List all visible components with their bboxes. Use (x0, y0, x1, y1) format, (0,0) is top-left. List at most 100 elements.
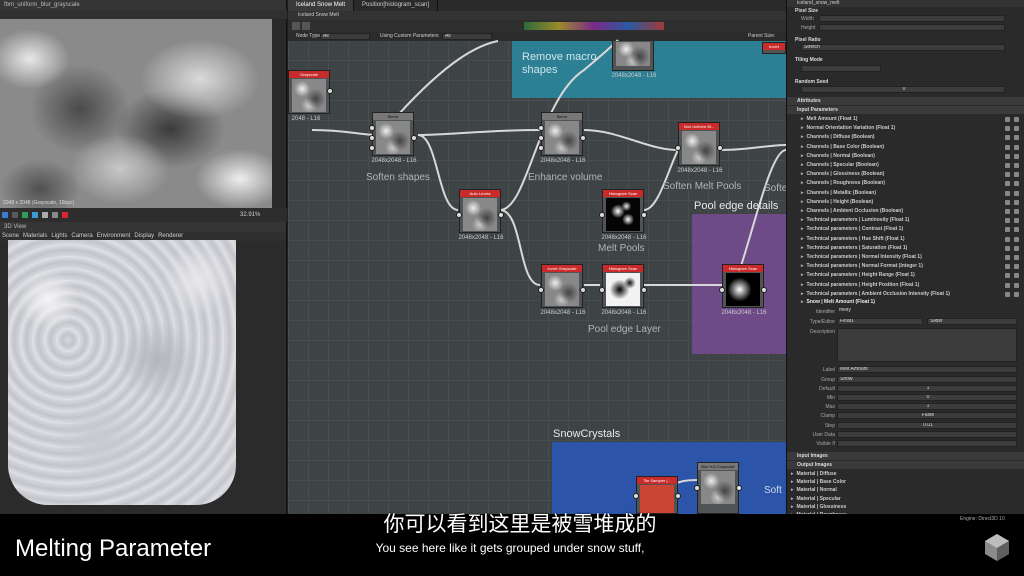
output-pin[interactable] (580, 135, 586, 141)
output-row[interactable]: Material | Specular (791, 495, 981, 503)
parameter-delete-icon[interactable] (1014, 236, 1019, 242)
output-row[interactable]: Material | Glossiness (791, 503, 981, 511)
menu-lights[interactable]: Lights (51, 233, 67, 239)
output-row[interactable]: Material | Normal (791, 486, 981, 494)
input-pin[interactable] (538, 287, 544, 293)
parameter-row[interactable]: Technical parameters | Height Position (… (801, 281, 991, 289)
output-pin[interactable] (736, 485, 742, 491)
identifier-field[interactable]: melty (837, 308, 1017, 315)
menu-display[interactable]: Display (134, 233, 154, 239)
output-pin[interactable] (641, 287, 647, 293)
node-blur-hq-grayscale[interactable]: Blur HQ Grayscale (694, 462, 742, 514)
node-histogram-scan-2[interactable]: Histogram Scan 2048x2048 - L16 (599, 264, 647, 316)
parameter-row[interactable]: Channels | Base Color (Boolean) (801, 143, 991, 151)
input-pin[interactable] (675, 145, 681, 151)
parameter-delete-icon[interactable] (1014, 245, 1019, 251)
channel-icon[interactable] (12, 212, 18, 218)
input-pin[interactable] (599, 212, 605, 218)
parameter-row[interactable]: Channels | Diffuse (Boolean) (801, 133, 991, 141)
node-blend-1[interactable]: Blend 2048x2048 - L16 (369, 112, 417, 164)
tiling-mode-select[interactable] (801, 65, 881, 72)
parameter-action-icon[interactable] (1005, 236, 1010, 242)
parameter-delete-icon[interactable] (1014, 273, 1019, 279)
visible-if-field[interactable] (837, 440, 1017, 447)
input-pin[interactable] (369, 125, 375, 131)
parameter-row[interactable]: Technical parameters | Hue Shift (Float … (801, 235, 991, 243)
menu-renderer[interactable]: Renderer (158, 233, 183, 239)
parameter-delete-icon[interactable] (1014, 227, 1019, 233)
parameter-delete-icon[interactable] (1014, 135, 1019, 141)
output-pin[interactable] (498, 212, 504, 218)
parameter-action-icon[interactable] (1005, 135, 1010, 141)
node-histogram-scan-1[interactable]: Histogram Scan 2048x2048 - L16 (599, 189, 647, 241)
channel-icon[interactable] (42, 212, 48, 218)
parameter-delete-icon[interactable] (1014, 255, 1019, 260)
channel-icon[interactable] (22, 212, 28, 218)
parameter-action-icon[interactable] (1005, 199, 1010, 205)
section-attributes[interactable]: Attributes (787, 97, 1024, 105)
2d-preview-image[interactable]: 2048 x 2048 (Grayscale, 16bpc) (0, 19, 272, 208)
parameter-row[interactable]: Channels | Height (Boolean) (801, 198, 991, 206)
input-pin[interactable] (538, 135, 544, 141)
menu-materials[interactable]: Materials (23, 233, 47, 239)
parameter-delete-icon[interactable] (1014, 126, 1019, 132)
parameter-action-icon[interactable] (1005, 190, 1010, 196)
input-pin[interactable] (369, 145, 375, 151)
parameter-action-icon[interactable] (1005, 227, 1010, 233)
node-remove-macro[interactable]: 2048x2048 - L16 (611, 41, 657, 79)
parameter-delete-icon[interactable] (1014, 291, 1019, 297)
user-data-field[interactable] (837, 431, 1017, 438)
parameter-delete-icon[interactable] (1014, 190, 1019, 196)
parameter-delete-icon[interactable] (1014, 144, 1019, 150)
parameter-row[interactable]: Channels | Specular (Boolean) (801, 161, 991, 169)
parameter-action-icon[interactable] (1005, 291, 1010, 297)
parameter-delete-icon[interactable] (1014, 181, 1019, 187)
output-pin[interactable] (580, 287, 586, 293)
menu-scene[interactable]: Scene (2, 233, 19, 239)
parameter-delete-icon[interactable] (1014, 163, 1019, 168)
parameter-action-icon[interactable] (1005, 117, 1010, 122)
parameter-delete-icon[interactable] (1014, 218, 1019, 224)
output-pin[interactable] (761, 287, 767, 293)
output-pin[interactable] (675, 493, 681, 499)
parameter-row[interactable]: Technical parameters | Contrast (Float 1… (801, 225, 991, 233)
parameter-action-icon[interactable] (1005, 153, 1010, 159)
channel-icon[interactable] (52, 212, 58, 218)
parameter-action-icon[interactable] (1005, 172, 1010, 178)
input-pin[interactable] (456, 212, 462, 218)
input-pin[interactable] (538, 125, 544, 131)
channel-icon[interactable] (62, 212, 68, 218)
parameter-delete-icon[interactable] (1014, 199, 1019, 205)
output-pin[interactable] (327, 88, 333, 94)
input-pin[interactable] (633, 493, 639, 499)
output-pin[interactable] (641, 212, 647, 218)
parameter-action-icon[interactable] (1005, 163, 1010, 168)
channel-icon[interactable] (2, 212, 8, 218)
node-invert[interactable]: Invert (762, 42, 786, 54)
editor-select[interactable]: Slider (927, 318, 1017, 325)
parameter-action-icon[interactable] (1005, 273, 1010, 279)
node-histogram-scan-3[interactable]: Histogram Scan 2048x2048 - L16 (719, 264, 767, 316)
parameter-row[interactable]: Channels | Roughness (Boolean) (801, 179, 991, 187)
expanded-parameter[interactable]: Snow | Melt Amount (Float 1) (801, 298, 991, 306)
parameter-delete-icon[interactable] (1014, 209, 1019, 214)
parameter-action-icon[interactable] (1005, 144, 1010, 150)
output-row[interactable]: Material | Base Color (791, 478, 981, 486)
section-input-parameters[interactable]: Input Parameters (787, 106, 1024, 114)
parameter-row[interactable]: Channels | Glossiness (Boolean) (801, 170, 991, 178)
parameter-row[interactable]: Channels | Ambient Occlusion (Boolean) (801, 207, 991, 215)
height-field[interactable] (819, 24, 1005, 31)
parameter-delete-icon[interactable] (1014, 117, 1019, 122)
parameter-row[interactable]: Technical parameters | Ambient Occlusion… (801, 290, 991, 298)
node-non-uniform-blur[interactable]: Non Uniform Bl... 2048x2048 - L16 (675, 122, 723, 174)
parameter-delete-icon[interactable] (1014, 282, 1019, 288)
type-select[interactable]: Float1 (837, 318, 923, 325)
parameter-delete-icon[interactable] (1014, 172, 1019, 178)
zoom-level[interactable]: 32.91% (240, 208, 260, 222)
output-row[interactable]: Material | Diffuse (791, 470, 981, 478)
input-pin[interactable] (369, 135, 375, 141)
parameter-action-icon[interactable] (1005, 282, 1010, 288)
node-auto-levels[interactable]: Auto Levels 2048x2048 - L16 (456, 189, 504, 241)
step-field[interactable]: 0.01 (837, 422, 1017, 429)
parameter-action-icon[interactable] (1005, 181, 1010, 187)
